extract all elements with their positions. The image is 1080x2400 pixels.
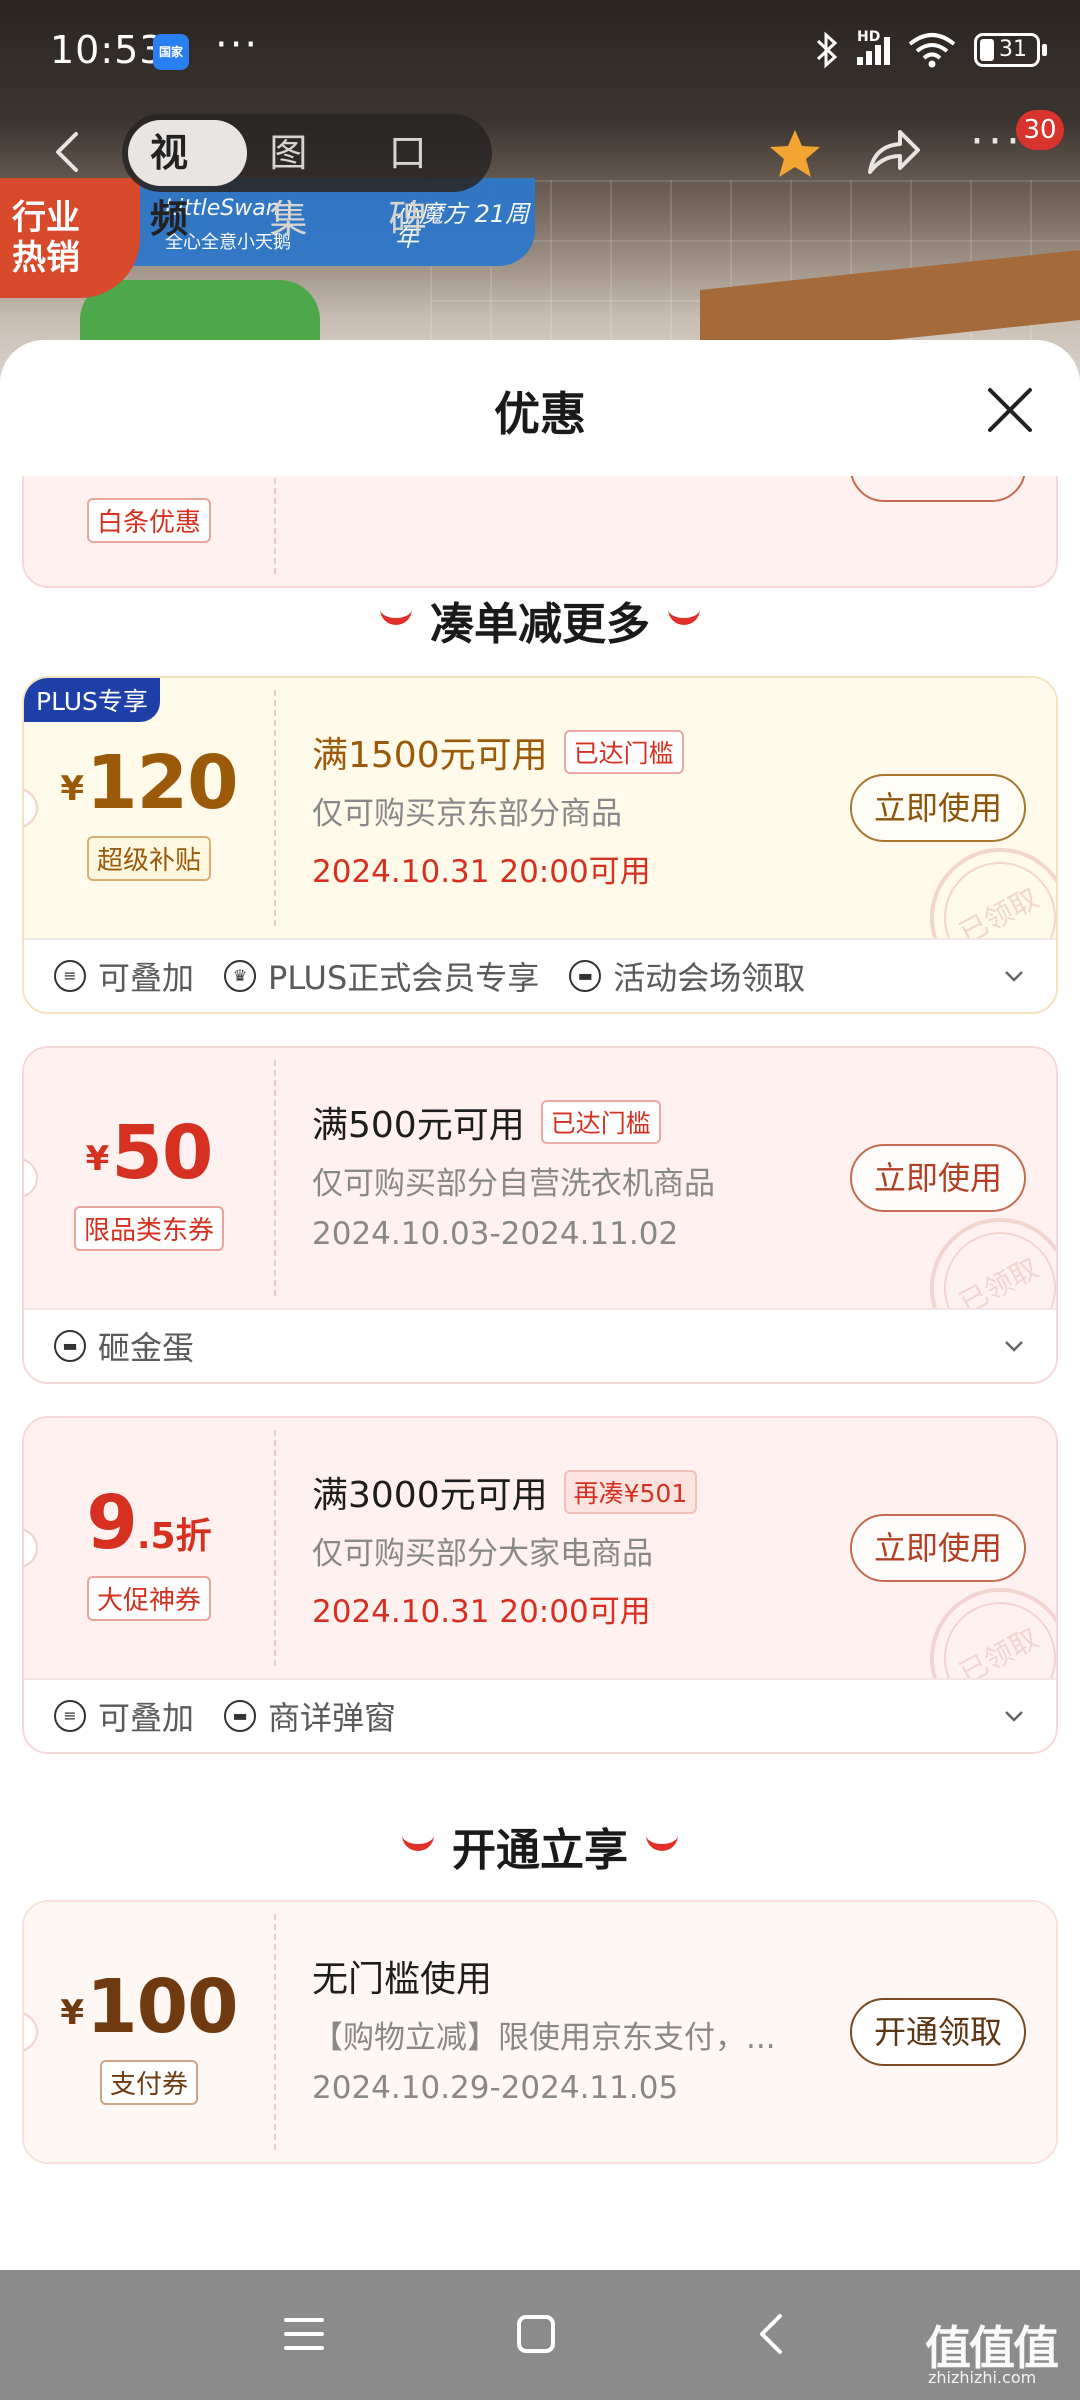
coupon-desc: 仅可购买部分大家电商品: [312, 1536, 653, 1572]
close-icon[interactable]: [985, 385, 1035, 435]
status-tag: 再凑¥501: [563, 1470, 698, 1514]
use-now-button[interactable]: 立即使用: [850, 774, 1026, 842]
status-tag: 已达门槛: [540, 1100, 661, 1144]
system-nav-bar: [0, 2270, 1080, 2400]
footer-item: 可叠加: [98, 1699, 195, 1737]
clock: 10:53: [50, 28, 165, 72]
tab-reviews[interactable]: 口碑: [367, 120, 486, 241]
section-title-text: 开通立享: [452, 1825, 628, 1876]
sheet-header: 优惠: [0, 340, 1080, 476]
favorite-star-icon[interactable]: [768, 128, 822, 180]
sheet-title: 优惠: [494, 387, 586, 441]
section-title-text: 凑单减更多: [430, 599, 650, 650]
footer-item: 活动会场领取: [613, 959, 806, 997]
coupon-type-tag: 超级补贴: [86, 836, 212, 881]
more-notifications-icon: ···: [215, 22, 260, 68]
top-nav: 视频 图集 口碑 ··· 30: [0, 110, 1080, 241]
stack-icon: ≡: [54, 960, 86, 992]
condition-text: 满3000元可用: [312, 1475, 548, 1516]
coupon-card[interactable]: PLUS专享 ¥120 超级补贴 满1500元可用 已达门槛 仅可购买京东部分商品…: [22, 676, 1058, 1014]
coupon-type-tag: 支付券: [99, 2060, 199, 2105]
crown-icon: ♛: [224, 960, 257, 992]
section-title: 开通立享: [0, 1814, 1080, 1878]
bluetooth-icon: [816, 31, 838, 69]
tab-video[interactable]: 视频: [128, 120, 248, 241]
condition-text: 满1500元可用: [312, 735, 548, 776]
coupon-condition: 无门槛使用: [312, 1950, 492, 2002]
coupon-card[interactable]: ¥50 限品类东券 满500元可用 已达门槛 仅可购买部分自营洗衣机商品 2024…: [22, 1046, 1058, 1384]
coupon-desc: 仅可购买部分自营洗衣机商品: [312, 1166, 715, 1202]
discount-sheet: 优惠 白条优惠 凑单减更多 PLUS专享 ¥120 超级补贴 满1500元可用已…: [0, 340, 1080, 2270]
footer-item: 砸金蛋: [98, 1329, 195, 1367]
chevron-down-icon[interactable]: [1004, 1336, 1024, 1356]
coupon-footer[interactable]: ≡ 可叠加 ▬ 商详弹窗: [24, 1678, 1056, 1752]
watermark-url: zhizhizhi.com: [928, 2368, 1037, 2387]
coupon-card[interactable]: ¥100 支付券 无门槛使用 【购物立减】限使用京东支付，... 2024.10…: [22, 1900, 1058, 2164]
coupon-card[interactable]: 9.5折 大促神券 满3000元可用 再凑¥501 仅可购买部分大家电商品 202…: [22, 1416, 1058, 1754]
coupon-condition: 满500元可用 已达门槛: [312, 1096, 661, 1148]
back-icon[interactable]: [750, 2312, 794, 2356]
share-icon[interactable]: [866, 126, 922, 178]
coupon-type-tag: 大促神券: [86, 1576, 212, 1621]
status-bar: 10:53 国家 ··· HD 31: [0, 0, 1080, 100]
ticket-icon: ▬: [569, 960, 602, 992]
hot-sale-tag: 行业热销: [0, 178, 140, 298]
coupon-desc: 仅可购买京东部分商品: [312, 796, 622, 832]
tab-gallery[interactable]: 图集: [247, 120, 366, 241]
coupon-footer[interactable]: ≡ 可叠加 ♛ PLUS正式会员专享 ▬ 活动会场领取: [24, 938, 1056, 1012]
coupon-footer[interactable]: ▬ 砸金蛋: [24, 1308, 1056, 1382]
coupon-type-tag: 限品类东券: [73, 1206, 225, 1251]
hot-sale-text: 行业热销: [12, 198, 80, 278]
app-notification-icon: 国家: [153, 34, 189, 70]
condition-text: 无门槛使用: [312, 1959, 493, 2000]
battery-level: 31: [999, 37, 1027, 62]
condition-text: 满500元可用: [312, 1105, 525, 1146]
message-count-badge: 30: [1016, 110, 1064, 150]
footer-item: 可叠加: [98, 959, 195, 997]
coupon-type-tag: 白条优惠: [86, 498, 212, 543]
menu-icon[interactable]: [282, 2312, 326, 2356]
use-now-button[interactable]: 立即使用: [850, 1514, 1026, 1582]
section-title: 凑单减更多: [0, 588, 1080, 652]
back-arrow-icon[interactable]: [44, 128, 92, 176]
coupon-desc: 【购物立减】限使用京东支付，...: [312, 2020, 776, 2056]
ticket-icon: ▬: [224, 1700, 257, 1732]
footer-item: 商详弹窗: [268, 1699, 397, 1737]
footer-item: PLUS正式会员专享: [268, 959, 540, 997]
status-tag: 已达门槛: [563, 730, 684, 774]
wifi-icon: [908, 33, 956, 68]
coupon-condition: 满3000元可用 再凑¥501: [312, 1466, 698, 1518]
chevron-down-icon[interactable]: [1004, 1706, 1024, 1726]
coupon-date: 2024.10.31 20:00可用: [312, 854, 651, 890]
coupon-date: 2024.10.29-2024.11.05: [312, 2070, 679, 2106]
network-type: HD: [857, 29, 881, 45]
activate-claim-button[interactable]: 开通领取: [850, 1998, 1026, 2066]
media-tabs: 视频 图集 口碑: [122, 114, 492, 241]
ticket-icon: ▬: [54, 1330, 86, 1362]
battery-icon: 31: [974, 33, 1047, 67]
use-now-button[interactable]: 立即使用: [850, 1144, 1026, 1212]
home-icon[interactable]: [514, 2312, 558, 2356]
coupon-date: 2024.10.03-2024.11.02: [312, 1216, 679, 1252]
coupon-condition: 满1500元可用 已达门槛: [312, 726, 684, 778]
coupon-date: 2024.10.31 20:00可用: [312, 1594, 651, 1630]
stack-icon: ≡: [54, 1700, 86, 1732]
chevron-down-icon[interactable]: [1004, 966, 1024, 986]
